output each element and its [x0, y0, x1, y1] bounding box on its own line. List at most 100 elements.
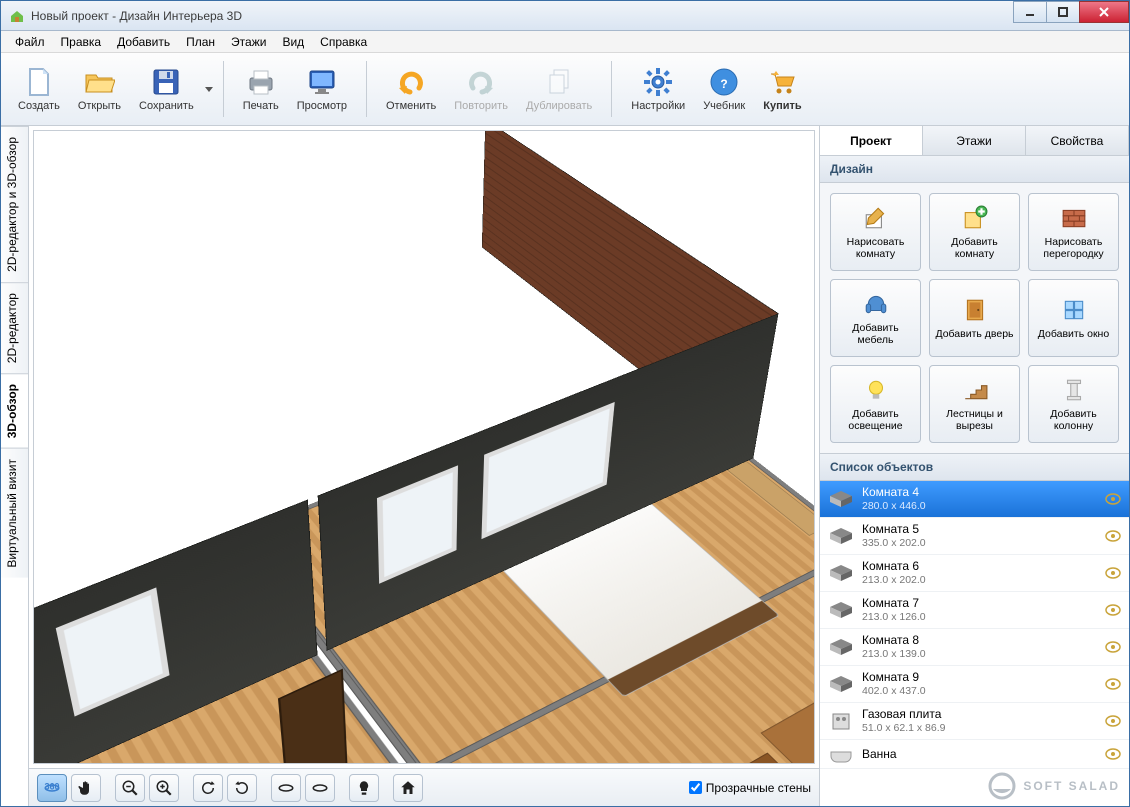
print-button[interactable]: Печать: [234, 61, 288, 117]
menubar: ФайлПравкаДобавитьПланЭтажиВидСправка: [1, 31, 1129, 53]
dc-label: Добавить комнату: [930, 236, 1019, 260]
dc-label: Лестницы и вырезы: [930, 408, 1019, 432]
object-text: Комната 5335.0 x 202.0: [862, 522, 1097, 550]
design-card-add-room[interactable]: Добавить комнату: [929, 193, 1020, 271]
hand-icon: [77, 779, 95, 797]
3d-viewport[interactable]: [33, 130, 815, 764]
redo-icon: [465, 66, 497, 98]
side-tab-project[interactable]: Проект: [820, 126, 923, 155]
vf-rot-left-button[interactable]: [193, 774, 223, 802]
save-button[interactable]: Сохранить: [130, 61, 203, 117]
object-text: Ванна: [862, 747, 1097, 761]
help-button[interactable]: Учебник: [694, 61, 754, 117]
object-name: Ванна: [862, 747, 1097, 761]
minimize-button[interactable]: [1013, 1, 1047, 23]
vf-orbit-left-button[interactable]: [271, 774, 301, 802]
object-text: Газовая плита51.0 x 62.1 x 86.9: [862, 707, 1097, 735]
vf-zoom-in-button[interactable]: [149, 774, 179, 802]
side-tab-floors[interactable]: Этажи: [923, 126, 1026, 155]
vf-zoom-out-button[interactable]: [115, 774, 145, 802]
object-row[interactable]: Комната 8213.0 x 139.0: [820, 629, 1129, 666]
duplicate-button: Дублировать: [517, 61, 601, 117]
window-3d: [377, 465, 458, 584]
visibility-eye-icon[interactable]: [1105, 604, 1121, 616]
bulb-yellow-icon: [862, 376, 890, 404]
design-card-add-light[interactable]: Добавить освещение: [830, 365, 921, 443]
add-room-icon: [961, 204, 989, 232]
visibility-eye-icon[interactable]: [1105, 530, 1121, 542]
object-name: Комната 9: [862, 670, 1097, 684]
side-tab-props[interactable]: Свойства: [1026, 126, 1129, 155]
rot-right-icon: [233, 779, 251, 797]
undo-button[interactable]: Отменить: [377, 61, 445, 117]
vf-orbit-right-button[interactable]: [305, 774, 335, 802]
room-icon: [828, 600, 854, 620]
transparent-walls-checkbox[interactable]: Прозрачные стены: [689, 781, 811, 795]
design-card-draw-room[interactable]: Нарисовать комнату: [830, 193, 921, 271]
object-row[interactable]: Ванна: [820, 740, 1129, 769]
design-card-add-column[interactable]: Добавить колонну: [1028, 365, 1119, 443]
object-row[interactable]: Комната 6213.0 x 202.0: [820, 555, 1129, 592]
design-card-add-door[interactable]: Добавить дверь: [929, 279, 1020, 357]
vtab-2d[interactable]: 2D-редактор: [1, 282, 28, 373]
object-row[interactable]: Комната 5335.0 x 202.0: [820, 518, 1129, 555]
visibility-eye-icon[interactable]: [1105, 715, 1121, 727]
create-button[interactable]: Создать: [9, 61, 69, 117]
vf-rot-right-button[interactable]: [227, 774, 257, 802]
maximize-button[interactable]: [1046, 1, 1080, 23]
menu-план[interactable]: План: [178, 31, 223, 53]
menu-файл[interactable]: Файл: [7, 31, 53, 53]
visibility-eye-icon[interactable]: [1105, 678, 1121, 690]
tb-label: Отменить: [386, 100, 436, 112]
settings-button[interactable]: Настройки: [622, 61, 694, 117]
object-row[interactable]: Комната 4280.0 x 446.0: [820, 481, 1129, 518]
vtab-2d3d[interactable]: 2D-редактор и 3D-обзор: [1, 126, 28, 282]
menu-добавить[interactable]: Добавить: [109, 31, 178, 53]
zoom-in-icon: [155, 779, 173, 797]
object-text: Комната 4280.0 x 446.0: [862, 485, 1097, 513]
redo-button: Повторить: [445, 61, 517, 117]
design-card-add-window[interactable]: Добавить окно: [1028, 279, 1119, 357]
object-row[interactable]: Комната 7213.0 x 126.0: [820, 592, 1129, 629]
dropdown-caret-icon[interactable]: [205, 61, 213, 117]
tb-label: Учебник: [703, 100, 745, 112]
vf-360-button[interactable]: [37, 774, 67, 802]
object-name: Комната 6: [862, 559, 1097, 573]
visibility-eye-icon[interactable]: [1105, 748, 1121, 760]
buy-button[interactable]: Купить: [754, 61, 810, 117]
menu-справка[interactable]: Справка: [312, 31, 375, 53]
tb-label: Купить: [763, 100, 801, 112]
diskette-icon: [150, 66, 182, 98]
vtab-vt[interactable]: Виртуальный визит: [1, 448, 28, 578]
stove-icon: [828, 711, 854, 731]
close-button[interactable]: [1079, 1, 1129, 23]
transparent-walls-input[interactable]: [689, 781, 702, 794]
design-card-add-furn[interactable]: Добавить мебель: [830, 279, 921, 357]
undo-icon: [395, 66, 427, 98]
object-row[interactable]: Комната 9402.0 x 437.0: [820, 666, 1129, 703]
menu-вид[interactable]: Вид: [274, 31, 312, 53]
open-button[interactable]: Открыть: [69, 61, 130, 117]
object-name: Комната 5: [862, 522, 1097, 536]
visibility-eye-icon[interactable]: [1105, 493, 1121, 505]
viewport-toolbar: Прозрачные стены: [29, 768, 819, 806]
column-icon: [1060, 376, 1088, 404]
vf-home-button[interactable]: [393, 774, 423, 802]
preview-button[interactable]: Просмотр: [288, 61, 356, 117]
object-row[interactable]: Газовая плита51.0 x 62.1 x 86.9: [820, 703, 1129, 740]
visibility-eye-icon[interactable]: [1105, 641, 1121, 653]
folder-open-icon: [83, 66, 115, 98]
visibility-eye-icon[interactable]: [1105, 567, 1121, 579]
object-list[interactable]: Комната 4280.0 x 446.0 Комната 5335.0 x 2…: [820, 481, 1129, 806]
design-card-stairs[interactable]: Лестницы и вырезы: [929, 365, 1020, 443]
vf-pan-button[interactable]: [71, 774, 101, 802]
room-icon: [828, 526, 854, 546]
window-3d: [56, 587, 170, 716]
vf-light-button[interactable]: [349, 774, 379, 802]
monitor-icon: [306, 66, 338, 98]
vtab-3d[interactable]: 3D-обзор: [1, 373, 28, 448]
menu-правка[interactable]: Правка: [53, 31, 110, 53]
design-grid: Нарисовать комнату Добавить комнату Нарисо…: [820, 183, 1129, 453]
design-card-draw-wall[interactable]: Нарисовать перегородку: [1028, 193, 1119, 271]
menu-этажи[interactable]: Этажи: [223, 31, 274, 53]
